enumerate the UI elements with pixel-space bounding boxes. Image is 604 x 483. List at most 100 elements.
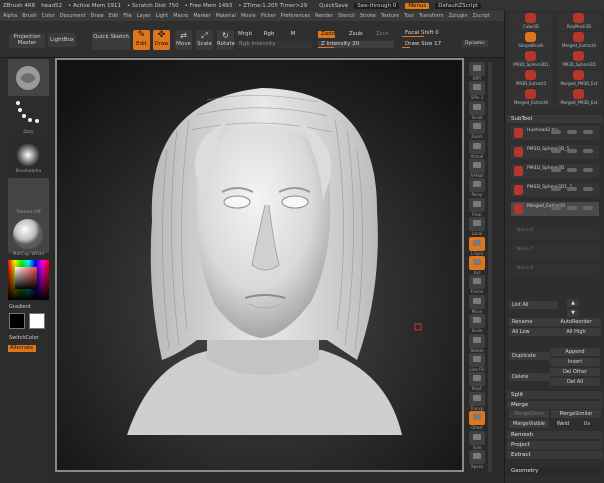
rightshelf-ghost-button[interactable] [469, 411, 485, 426]
del-all-button[interactable]: Del All [550, 378, 600, 386]
rightshelf-move-button[interactable] [469, 294, 485, 309]
color-picker[interactable] [8, 260, 49, 300]
subtool-item[interactable]: Merged_Extract5 [511, 202, 599, 216]
visibility-eye-icon[interactable] [583, 168, 593, 172]
default-zscript-button[interactable]: DefaultZScript [435, 2, 482, 9]
mergedown-button[interactable]: MergeDown [509, 410, 549, 418]
alternate-button[interactable]: Alternate [8, 345, 36, 352]
menu-stroke[interactable]: Stroke [360, 13, 376, 19]
visibility-eye-icon[interactable] [583, 206, 593, 210]
subtool-item[interactable]: Huehead2 try [511, 126, 599, 140]
menu-edit[interactable]: Edit [109, 13, 119, 19]
rightshelf-zoom-button[interactable] [469, 120, 485, 135]
menu-picker[interactable]: Picker [261, 13, 276, 19]
merge-section[interactable]: Merge [507, 401, 603, 409]
geometry-section[interactable]: Geometry [507, 467, 603, 475]
move-button[interactable]: ⇄ Move [175, 30, 192, 50]
see-through-slider[interactable]: See-through 0 [354, 2, 400, 9]
subtool-empty-slot[interactable]: None 8 [511, 264, 599, 278]
subtool-empty-slot[interactable]: None 6 [511, 226, 599, 240]
tool-thumbnail[interactable]: PM3D_Sphere3D1 [509, 51, 553, 69]
tool-thumbnail[interactable]: Merged_PM3D_Ext [557, 70, 601, 88]
split-section[interactable]: Split [507, 391, 603, 399]
menu-render[interactable]: Render [315, 13, 333, 19]
menus-button[interactable]: Menus [405, 2, 430, 9]
list-all-button[interactable]: List All [509, 301, 558, 309]
rightshelf-polyf-button[interactable] [469, 372, 485, 387]
menu-draw[interactable]: Draw [91, 13, 104, 19]
menu-light[interactable]: Light [156, 13, 168, 19]
z-intensity-slider[interactable]: Z Intensity 20 [318, 41, 394, 48]
del-other-button[interactable]: Del Other [550, 368, 600, 376]
rightshelf-line-fill-button[interactable] [469, 353, 485, 367]
tool-thumbnail[interactable]: Cube3D [509, 13, 553, 31]
menu-brush[interactable]: Brush [22, 13, 36, 19]
tool-thumbnail[interactable]: Merged_Extract4 [557, 32, 601, 50]
menu-texture[interactable]: Texture [381, 13, 399, 19]
quick-sketch-button[interactable]: Quick Sketch [92, 32, 130, 50]
canvas-viewport[interactable] [55, 58, 464, 472]
switchcolor-button[interactable]: SwitchColor [9, 335, 39, 341]
subtool-toggle[interactable] [567, 206, 577, 210]
tool-thumbnail[interactable]: PolyMesh3D [557, 13, 601, 31]
menu-stencil[interactable]: Stencil [338, 13, 355, 19]
visibility-eye-icon[interactable] [583, 149, 593, 153]
menu-alpha[interactable]: Alpha [3, 13, 17, 19]
append-button[interactable]: Append [550, 348, 600, 356]
move-up-icon[interactable]: ▲ [567, 299, 579, 307]
secondary-color-swatch[interactable] [29, 313, 45, 329]
subtool-toggle[interactable] [551, 149, 561, 153]
visibility-eye-icon[interactable] [583, 130, 593, 134]
draw-button[interactable]: ✜ Draw [153, 30, 170, 50]
uv-button[interactable]: Uv [577, 420, 597, 428]
menu-macro[interactable]: Macro [173, 13, 188, 19]
rightshelf-bpr-button[interactable] [469, 62, 485, 76]
remesh-section[interactable]: Remesh [507, 431, 603, 439]
mergevisible-button[interactable]: MergeVisible [509, 420, 549, 428]
autoreorder-button[interactable]: AutoReorder [551, 318, 601, 326]
material-thumbnail[interactable] [8, 215, 49, 253]
rightshelf-actual-button[interactable] [469, 139, 485, 154]
menu-zscript[interactable]: Zscript [473, 13, 490, 19]
stroke-thumbnail[interactable] [8, 96, 49, 128]
zadd-button[interactable]: Zadd [318, 31, 335, 38]
menu-zplugin[interactable]: Zplugin [449, 13, 468, 19]
subtool-item[interactable]: PM3D_Sphere3D1_1 [511, 183, 599, 197]
subtool-header[interactable]: SubTool [507, 115, 603, 123]
subtool-toggle[interactable] [551, 130, 561, 134]
duplicate-button[interactable]: Duplicate [509, 352, 550, 360]
all-high-button[interactable]: All High [551, 328, 601, 336]
focal-shift-slider[interactable]: Focal Shift 0 [402, 30, 446, 37]
edit-button[interactable]: ✎ Edit [133, 30, 150, 50]
rightshelf-scroll-button[interactable] [469, 100, 485, 115]
all-low-button[interactable]: All Low [509, 328, 552, 336]
projection-master-button[interactable]: Projection Master [9, 33, 45, 48]
rotate-button[interactable]: ↻ Rotate [217, 30, 235, 50]
menu-color[interactable]: Color [42, 13, 55, 19]
m-button[interactable]: M [289, 31, 297, 39]
rightshelf-frame-button[interactable] [469, 275, 485, 290]
rightshelf-persp-button[interactable] [469, 178, 485, 193]
menu-tool[interactable]: Tool [404, 13, 414, 19]
tool-thumbnail[interactable]: SimpleBrush [509, 32, 553, 50]
rightshelf-l-sym-button[interactable] [469, 236, 485, 251]
rightshelf-xyz-button[interactable] [469, 256, 485, 270]
rightshelf-xpose-button[interactable] [469, 450, 485, 464]
insert-button[interactable]: Insert [550, 358, 600, 366]
project-section[interactable]: Project [507, 441, 603, 449]
main-color-swatch[interactable] [9, 313, 25, 329]
rightshelf-solo-button[interactable] [469, 430, 485, 445]
rightshelf-aahalf-button[interactable] [469, 159, 485, 173]
subtool-toggle[interactable] [567, 130, 577, 134]
mergesimilar-button[interactable]: MergeSimilar [551, 410, 601, 418]
rightshelf-scale-button[interactable] [469, 314, 485, 329]
tool-thumbnail[interactable]: PM3D_Sphere3D [557, 51, 601, 69]
subtool-toggle[interactable] [567, 168, 577, 172]
rightshelf-spix-3-button[interactable] [469, 81, 485, 96]
zcut-button[interactable]: Zcut [373, 31, 390, 38]
weld-button[interactable]: Weld [551, 420, 575, 428]
menu-preferences[interactable]: Preferences [281, 13, 310, 19]
quicksave-button[interactable]: QuickSave [319, 3, 348, 9]
draw-size-slider[interactable]: Draw Size 17 [402, 41, 452, 48]
subtool-toggle[interactable] [551, 206, 561, 210]
